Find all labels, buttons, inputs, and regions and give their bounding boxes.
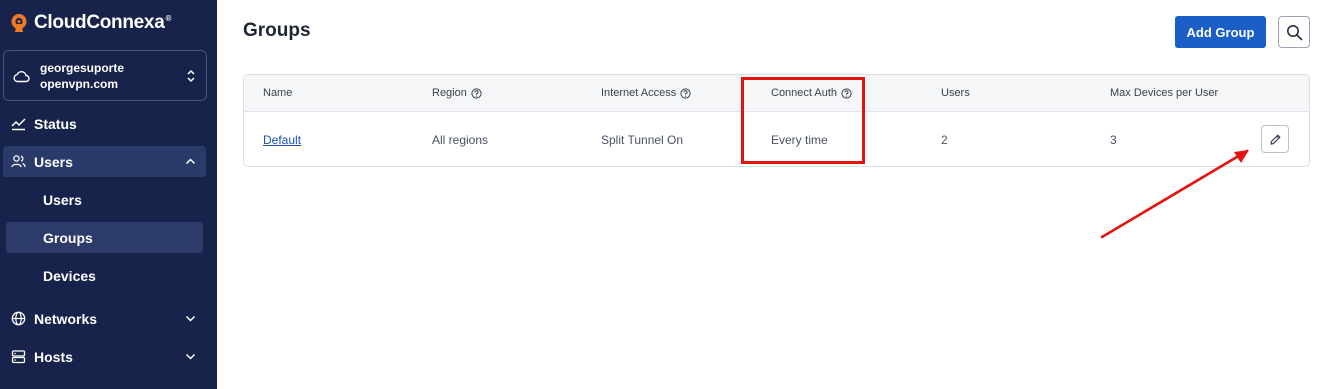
search-button[interactable] <box>1278 16 1310 48</box>
pencil-icon <box>1269 134 1280 145</box>
chevron-up-down-icon <box>187 69 195 83</box>
column-header-max-devices: Max Devices per User <box>1110 87 1219 99</box>
page-title: Groups <box>243 20 311 41</box>
help-icon[interactable] <box>680 87 691 99</box>
nav-sub-users[interactable]: Users <box>6 184 203 215</box>
chevron-down-icon <box>185 315 196 322</box>
nav-hosts-label: Hosts <box>34 348 73 365</box>
app-window: CloudConnexa® georgesuporte openvpn.com … <box>0 0 1327 389</box>
server-icon <box>11 350 26 364</box>
column-header-users: Users <box>941 87 970 99</box>
add-group-button[interactable]: Add Group <box>1175 16 1266 48</box>
nav-networks-label: Networks <box>34 310 98 327</box>
chevron-down-icon <box>185 353 196 360</box>
brand-name: CloudConnexa® <box>34 12 172 33</box>
cell-internet-access: Split Tunnel On <box>601 133 684 147</box>
registered-mark: ® <box>165 13 172 23</box>
sidebar: CloudConnexa® georgesuporte openvpn.com … <box>0 0 217 389</box>
annotation-highlight-box <box>741 77 865 164</box>
nav-users[interactable]: Users <box>3 146 206 177</box>
status-icon <box>11 118 26 131</box>
chevron-up-icon <box>185 158 196 165</box>
nav-status[interactable]: Status <box>3 108 206 139</box>
account-domain: openvpn.com <box>40 76 119 91</box>
column-header-name: Name <box>263 87 293 99</box>
nav-networks[interactable]: Networks <box>3 303 206 334</box>
cell-region: All regions <box>432 133 489 147</box>
account-name: georgesuporte <box>40 60 125 75</box>
users-icon <box>11 155 26 168</box>
globe-icon <box>11 311 26 326</box>
column-header-internet-access: Internet Access <box>601 87 691 99</box>
nav-users-label: Users <box>34 153 73 170</box>
annotation-arrow-icon <box>1100 149 1249 239</box>
account-selector[interactable]: georgesuporte openvpn.com <box>3 50 207 101</box>
cloud-icon <box>13 70 30 82</box>
search-icon <box>1286 24 1302 40</box>
brand[interactable]: CloudConnexa® <box>9 12 171 34</box>
help-icon[interactable] <box>471 87 482 99</box>
nav-sub-groups[interactable]: Groups <box>6 222 203 253</box>
nav-status-label: Status <box>34 115 77 132</box>
openvpn-logo-icon <box>11 14 27 32</box>
nav-hosts[interactable]: Hosts <box>3 341 206 372</box>
cell-users: 2 <box>941 133 948 147</box>
column-header-region: Region <box>432 87 482 99</box>
edit-group-button[interactable] <box>1261 125 1289 153</box>
nav-sub-devices[interactable]: Devices <box>6 260 203 291</box>
group-name-link[interactable]: Default <box>263 133 301 147</box>
